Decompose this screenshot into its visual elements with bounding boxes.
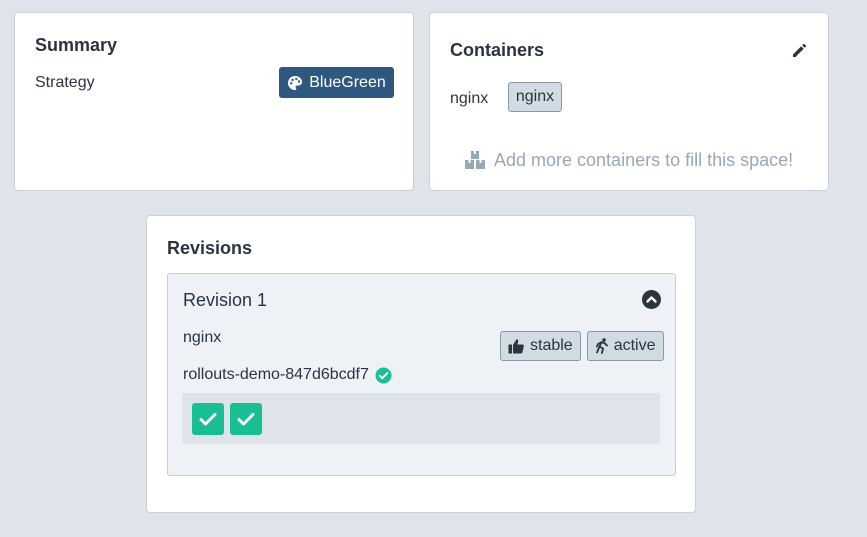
revision-tags: stable active xyxy=(500,331,664,361)
container-name: nginx xyxy=(450,90,489,107)
revision-panel: Revision 1 nginx stable active rollouts-… xyxy=(167,273,676,476)
revisions-title: Revisions xyxy=(167,238,253,258)
add-hint-text: Add more containers to fill this space! xyxy=(494,149,794,170)
stable-tag: stable xyxy=(500,331,581,361)
strategy-badge[interactable]: BlueGreen xyxy=(279,67,394,98)
container-image-tag: nginx xyxy=(508,82,562,112)
replicaset-row: rollouts-demo-847d6bcdf7 xyxy=(183,366,392,384)
revisions-card: Revisions Revision 1 nginx stable active xyxy=(146,215,696,513)
palette-icon xyxy=(288,75,303,90)
active-label: active xyxy=(613,337,656,354)
boxes-icon xyxy=(465,151,485,169)
containers-title: Containers xyxy=(450,40,545,60)
check-circle-icon xyxy=(375,367,392,383)
summary-card: Summary Strategy BlueGreen xyxy=(14,12,414,191)
check-icon xyxy=(237,412,255,425)
summary-title: Summary xyxy=(35,35,118,55)
add-containers-hint: Add more containers to fill this space! xyxy=(464,149,793,171)
revision-image: nginx xyxy=(183,329,222,346)
containers-card: Containers nginx nginx Add more containe… xyxy=(429,12,829,191)
running-icon xyxy=(595,338,608,354)
active-tag: active xyxy=(586,331,664,361)
strategy-label: Strategy xyxy=(35,74,95,91)
chevron-up-circle-icon[interactable] xyxy=(642,290,661,309)
strategy-value: BlueGreen xyxy=(309,73,386,91)
revision-title: Revision 1 xyxy=(183,290,268,310)
pods-area xyxy=(182,393,660,444)
pod-healthy[interactable] xyxy=(230,402,262,435)
stable-label: stable xyxy=(530,337,573,354)
pod-healthy[interactable] xyxy=(192,402,224,435)
replicaset-name: rollouts-demo-847d6bcdf7 xyxy=(183,366,369,383)
check-icon xyxy=(199,412,217,425)
thumbs-up-icon xyxy=(508,339,524,354)
pencil-icon[interactable] xyxy=(790,40,810,60)
